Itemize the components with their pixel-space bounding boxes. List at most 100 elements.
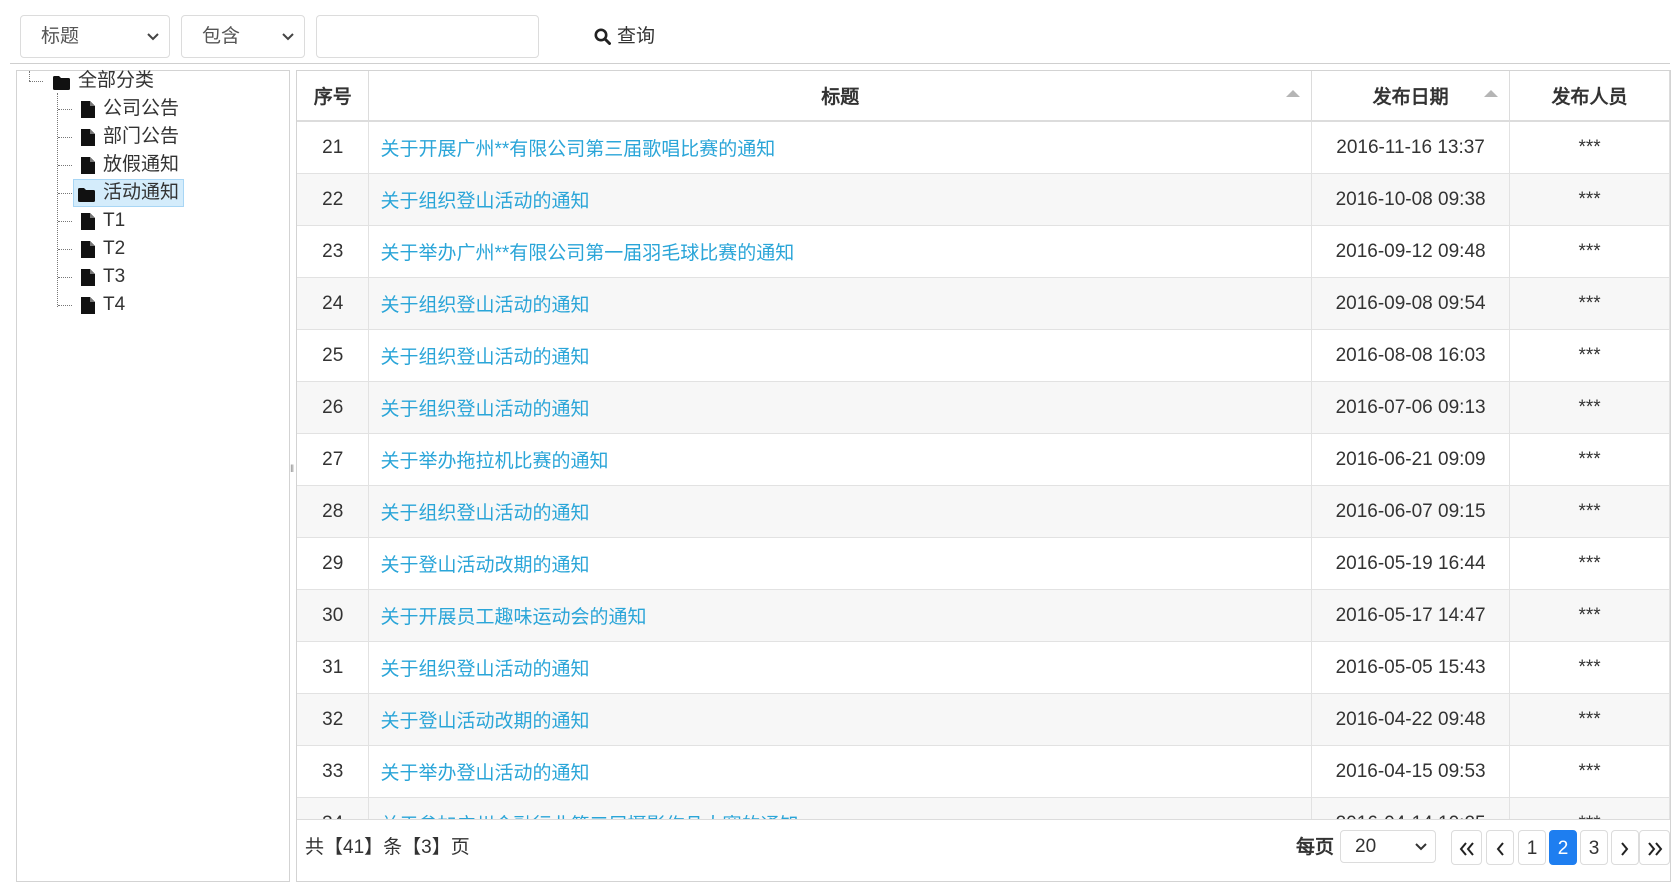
notice-table: 序号 标题 发布日期 发布人员 21 关于开展广州**有限公司第三届歌唱比赛的通知… (297, 71, 1670, 850)
cell-no: 28 (297, 485, 370, 538)
cell-title[interactable]: 关于举办登山活动的通知 (368, 745, 1313, 798)
cell-title[interactable]: 关于开展员工趣味运动会的通知 (368, 589, 1313, 642)
col-header-date[interactable]: 发布日期 (1311, 71, 1511, 122)
col-header-label: 序号 (313, 87, 352, 108)
col-header-label: 发布日期 (1372, 87, 1449, 108)
tree-item-label: 部门公告 (103, 126, 180, 147)
col-header-no[interactable]: 序号 (297, 71, 370, 122)
table-row[interactable]: 32 关于登山活动改期的通知 2016-04-22 09:48 *** (297, 693, 1670, 746)
pager-bar: 共【41】条【3】页 每页 20 1 2 3 (297, 819, 1670, 881)
cell-title[interactable]: 关于登山活动改期的通知 (368, 537, 1313, 590)
notice-grid: 序号 标题 发布日期 发布人员 21 关于开展广州**有限公司第三届歌唱比赛的通知… (296, 70, 1671, 882)
cell-no: 31 (297, 641, 370, 694)
last-page-button[interactable] (1639, 830, 1670, 865)
cell-no: 23 (297, 225, 370, 278)
col-header-title[interactable]: 标题 (368, 71, 1313, 122)
cell-title[interactable]: 关于组织登山活动的通知 (368, 329, 1313, 382)
cell-publisher: *** (1509, 537, 1670, 590)
query-input[interactable] (316, 15, 539, 58)
tree-item-t4[interactable]: T4 (81, 292, 125, 318)
sort-asc-icon[interactable] (1286, 90, 1301, 97)
page-button-1[interactable]: 1 (1518, 830, 1546, 865)
tree-connector (58, 221, 72, 222)
sort-asc-icon[interactable] (1484, 90, 1499, 97)
cell-title[interactable]: 关于组织登山活动的通知 (368, 277, 1313, 330)
tree-root[interactable]: 全部分类 (53, 68, 154, 94)
tree-item-company-notice[interactable]: 公司公告 (81, 96, 179, 122)
tree-connector (58, 165, 72, 166)
tree-item-t2[interactable]: T2 (81, 236, 125, 262)
cell-title[interactable]: 关于登山活动改期的通知 (368, 693, 1313, 746)
table-row[interactable]: 23 关于举办广州**有限公司第一届羽毛球比赛的通知 2016-09-12 09:4… (297, 225, 1670, 278)
cell-title[interactable]: 关于举办拖拉机比赛的通知 (368, 433, 1313, 486)
table-row[interactable]: 25 关于组织登山活动的通知 2016-08-08 16:03 *** (297, 329, 1670, 382)
cell-date: 2016-10-08 09:38 (1311, 173, 1511, 226)
table-row[interactable]: 33 关于举办登山活动的通知 2016-04-15 09:53 *** (297, 745, 1670, 798)
cell-no: 29 (297, 537, 370, 590)
per-page-select[interactable]: 20 (1340, 830, 1436, 863)
tree-item-label: T2 (103, 238, 126, 259)
table-row[interactable]: 28 关于组织登山活动的通知 2016-06-07 09:15 *** (297, 485, 1670, 538)
table-row[interactable]: 31 关于组织登山活动的通知 2016-05-05 15:43 *** (297, 641, 1670, 694)
cell-date: 2016-08-08 16:03 (1311, 329, 1511, 382)
cell-publisher: *** (1509, 693, 1670, 746)
table-row[interactable]: 30 关于开展员工趣味运动会的通知 2016-05-17 14:47 *** (297, 589, 1670, 642)
table-row[interactable]: 29 关于登山活动改期的通知 2016-05-19 16:44 *** (297, 537, 1670, 590)
tree-item-activity-notice[interactable]: 活动通知 (73, 179, 185, 207)
search-icon (594, 28, 611, 45)
category-tree: 全部分类 公司公告 部门公告 放假通知 活动通知 T1 T2 T3 T4 (16, 70, 290, 882)
double-chevron-right-icon (1647, 842, 1662, 856)
tree-item-label: 放假通知 (103, 154, 180, 175)
chevron-right-icon (1621, 842, 1629, 856)
cell-publisher: *** (1509, 121, 1670, 174)
cell-title[interactable]: 关于组织登山活动的通知 (368, 485, 1313, 538)
page-button-3[interactable]: 3 (1580, 830, 1608, 865)
cell-publisher: *** (1509, 381, 1670, 434)
tree-connector (58, 109, 72, 110)
chevron-down-icon (1415, 831, 1427, 862)
cell-publisher: *** (1509, 277, 1670, 330)
tree-connector (57, 93, 58, 307)
page-button-2[interactable]: 2 (1549, 830, 1577, 865)
cell-title[interactable]: 关于组织登山活动的通知 (368, 173, 1313, 226)
next-page-button[interactable] (1611, 830, 1639, 865)
cell-title[interactable]: 关于举办广州**有限公司第一届羽毛球比赛的通知 (368, 225, 1313, 278)
cell-no: 27 (297, 433, 370, 486)
cell-title[interactable]: 关于组织登山活动的通知 (368, 381, 1313, 434)
table-row[interactable]: 27 关于举办拖拉机比赛的通知 2016-06-21 09:09 *** (297, 433, 1670, 486)
tree-item-holiday-notice[interactable]: 放假通知 (81, 152, 179, 178)
table-row[interactable]: 26 关于组织登山活动的通知 2016-07-06 09:13 *** (297, 381, 1670, 434)
first-page-button[interactable] (1451, 830, 1482, 865)
cell-title[interactable]: 关于组织登山活动的通知 (368, 641, 1313, 694)
page-number: 3 (1588, 838, 1600, 859)
panel-splitter[interactable]: ‖ (290, 464, 294, 475)
file-icon (81, 100, 95, 126)
field-select[interactable]: 标题 (20, 15, 170, 58)
col-header-label: 标题 (821, 87, 860, 108)
prev-page-button[interactable] (1486, 830, 1514, 865)
cell-date: 2016-07-06 09:13 (1311, 381, 1511, 434)
tree-connector (29, 81, 43, 82)
file-icon (81, 296, 95, 322)
folder-icon (53, 72, 70, 98)
tree-item-label: 活动通知 (103, 182, 180, 203)
cell-title[interactable]: 关于开展广州**有限公司第三届歌唱比赛的通知 (368, 121, 1313, 174)
tree-item-t1[interactable]: T1 (81, 208, 125, 234)
operator-select-value: 包含 (202, 26, 241, 47)
table-row[interactable]: 22 关于组织登山活动的通知 2016-10-08 09:38 *** (297, 173, 1670, 226)
tree-item-dept-notice[interactable]: 部门公告 (81, 124, 179, 150)
cell-publisher: *** (1509, 433, 1670, 486)
col-header-publisher[interactable]: 发布人员 (1509, 71, 1670, 122)
tree-item-label: 公司公告 (103, 98, 180, 119)
cell-date: 2016-05-05 15:43 (1311, 641, 1511, 694)
chevron-down-icon (282, 16, 294, 57)
tree-connector (58, 305, 72, 306)
operator-select[interactable]: 包含 (181, 15, 305, 58)
table-row[interactable]: 24 关于组织登山活动的通知 2016-09-08 09:54 *** (297, 277, 1670, 330)
cell-date: 2016-11-16 13:37 (1311, 121, 1511, 174)
query-button[interactable]: 查询 (594, 15, 655, 58)
cell-publisher: *** (1509, 173, 1670, 226)
tree-item-t3[interactable]: T3 (81, 264, 125, 290)
table-row[interactable]: 21 关于开展广州**有限公司第三届歌唱比赛的通知 2016-11-16 13:37… (297, 121, 1670, 174)
tree-connector (29, 71, 30, 81)
